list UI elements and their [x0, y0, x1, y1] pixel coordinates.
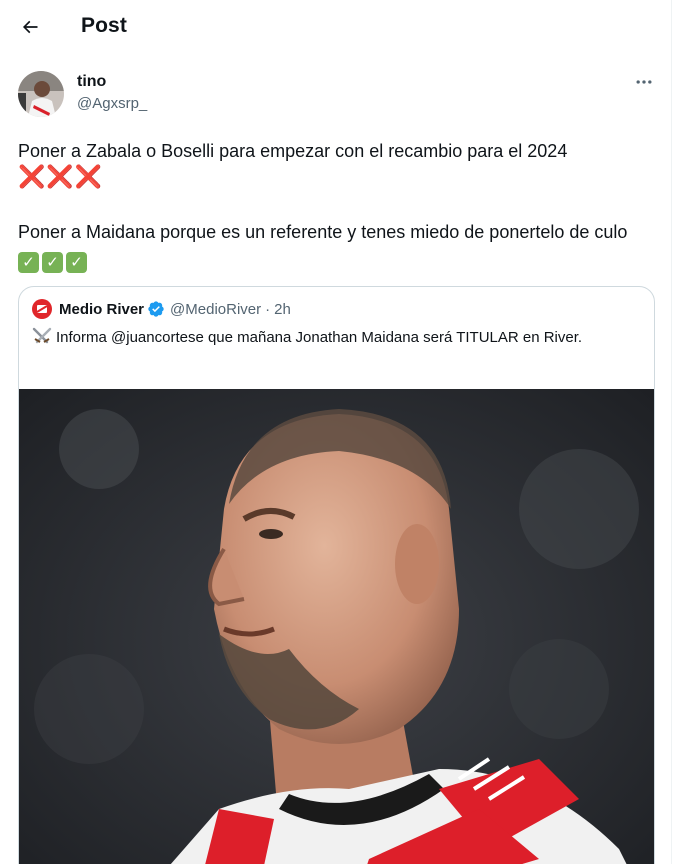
- quoted-handle: @MedioRiver: [170, 300, 262, 318]
- quoted-timestamp: 2h: [274, 300, 291, 318]
- quoted-account-name: Medio River: [59, 300, 145, 318]
- crossed-swords-icon: [32, 327, 52, 344]
- avatar-image: [18, 71, 64, 117]
- separator-dot: ·: [265, 300, 271, 318]
- player-photo: [19, 389, 654, 864]
- author-handle[interactable]: @Agxsrp_: [77, 95, 147, 112]
- medio-river-logo: [32, 299, 52, 319]
- tweet-text-part2: Poner a Maidana porque es un referente y…: [18, 222, 628, 242]
- x-marks-emoji: ❌❌❌: [18, 164, 104, 189]
- tweet-text-part1: Poner a Zabala o Boselli para empezar co…: [18, 141, 568, 161]
- verified-badge-icon: [147, 300, 165, 318]
- column-border: [671, 0, 672, 864]
- quoted-tweet-header: Medio River @MedioRiver · 2h: [32, 299, 291, 319]
- back-arrow-icon: [22, 20, 38, 34]
- tweet-paragraph-1: Poner a Zabala o Boselli para empezar co…: [18, 138, 648, 191]
- avatar[interactable]: [18, 71, 64, 117]
- more-dots-icon: [636, 80, 652, 84]
- top-bar: Post: [0, 0, 670, 54]
- quoted-tweet-card[interactable]: Medio River @MedioRiver · 2h Informa @ju…: [18, 286, 655, 864]
- more-options-button[interactable]: [630, 70, 658, 94]
- quoted-text-content: Informa @juancortese que mañana Jonathan…: [56, 329, 583, 346]
- tweet-paragraph-2: Poner a Maidana porque es un referente y…: [18, 219, 648, 273]
- quoted-tweet-text: Informa @juancortese que mañana Jonathan…: [32, 327, 642, 349]
- tweet-text: Poner a Zabala o Boselli para empezar co…: [18, 138, 648, 273]
- page-title: Post: [81, 14, 127, 37]
- back-button[interactable]: [14, 11, 46, 43]
- check-marks-emoji: ✓ ✓ ✓: [18, 248, 90, 273]
- quoted-tweet-photo[interactable]: [19, 389, 654, 864]
- author-name[interactable]: tino: [77, 73, 106, 91]
